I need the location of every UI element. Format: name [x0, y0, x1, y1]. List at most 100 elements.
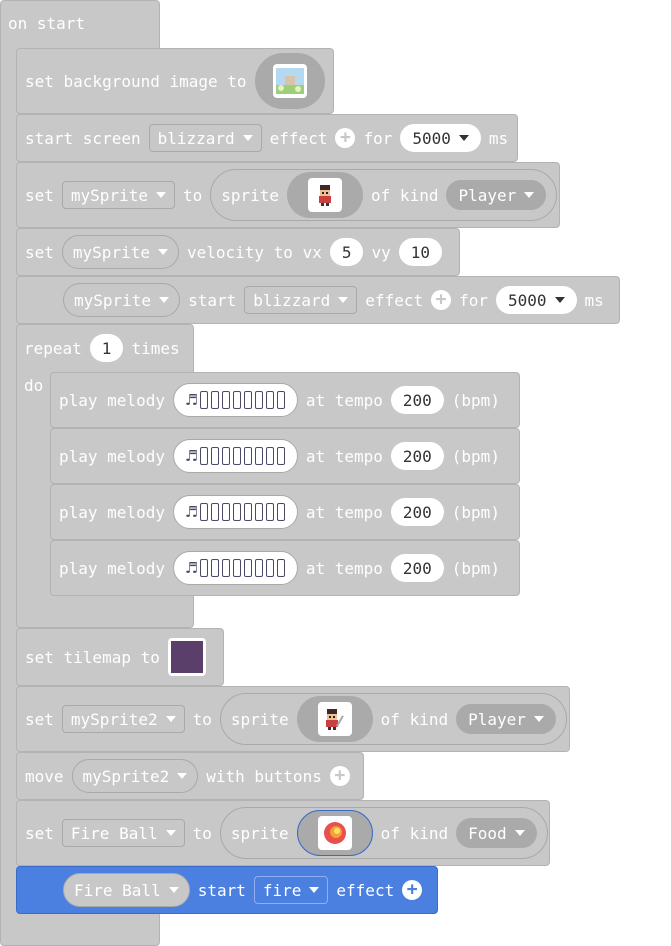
add-icon[interactable]: +: [402, 880, 423, 900]
times-label: times: [131, 338, 180, 358]
set-label: set: [25, 185, 54, 205]
sprite-image-picker[interactable]: [287, 172, 364, 218]
vy-input[interactable]: 10: [398, 238, 442, 266]
tempo-input[interactable]: 200: [390, 498, 444, 526]
tempo-input[interactable]: 200: [390, 442, 444, 470]
chevron-down-icon: [165, 830, 176, 836]
sprite-image-picker[interactable]: [296, 696, 373, 742]
chevron-down-icon: [533, 716, 544, 722]
sprite-start-effect-block[interactable]: mySprite start blizzard effect + for 500…: [16, 276, 620, 324]
kind-dropdown[interactable]: Player: [446, 180, 547, 210]
repeat-header: repeat 1 times: [24, 334, 180, 362]
kind-dropdown[interactable]: Player: [456, 704, 556, 734]
screen-effect-dropdown[interactable]: blizzard: [148, 124, 262, 152]
duration-dropdown[interactable]: 5000: [496, 286, 577, 314]
melody-editor[interactable]: ♬: [172, 495, 298, 529]
move-with-buttons-block[interactable]: move mySprite2 with buttons +: [16, 752, 364, 800]
bpm-label: (bpm): [451, 558, 500, 578]
chevron-down-icon: [165, 716, 176, 722]
play-melody-block[interactable]: play melody ♬ at tempo 200 (bpm): [50, 372, 520, 428]
to-label: to: [192, 709, 212, 729]
effect-label: effect: [269, 128, 328, 148]
add-icon[interactable]: +: [431, 290, 452, 310]
melody-editor[interactable]: ♬: [172, 383, 298, 417]
variable-dropdown[interactable]: Fire Ball: [61, 819, 185, 847]
bpm-label: (bpm): [451, 502, 500, 522]
of-kind-label: of kind: [371, 185, 439, 205]
play-melody-block[interactable]: play melody ♬ at tempo 200 (bpm): [50, 484, 520, 540]
chevron-down-icon: [514, 830, 525, 836]
kind-dropdown[interactable]: Food: [456, 818, 537, 848]
music-note-icon: ♬: [185, 389, 197, 411]
music-note-icon: ♬: [185, 557, 197, 579]
chevron-down-icon: [155, 192, 166, 198]
chevron-down-icon: [338, 297, 349, 303]
tempo-input[interactable]: 200: [390, 554, 444, 582]
add-icon[interactable]: +: [335, 128, 356, 148]
ms-label: ms: [488, 128, 509, 148]
set-tilemap-block[interactable]: set tilemap to: [16, 628, 224, 686]
of-kind-label: of kind: [380, 709, 449, 729]
chevron-down-icon: [157, 249, 168, 255]
with-buttons-label: with buttons: [206, 766, 322, 786]
effect-dropdown[interactable]: fire: [253, 876, 329, 904]
variable-dropdown[interactable]: mySprite: [61, 235, 179, 269]
tilemap-picker[interactable]: [167, 638, 206, 676]
fireball-icon: [323, 822, 346, 844]
sprite-label: sprite: [230, 823, 289, 843]
move-label: move: [25, 766, 64, 786]
chevron-down-icon: [242, 135, 253, 141]
player-sprite-icon: [319, 185, 332, 206]
set-background-block[interactable]: set background image to: [16, 48, 334, 114]
sprite-create-block[interactable]: sprite of kind Player: [210, 169, 558, 221]
bpm-label: (bpm): [451, 390, 500, 410]
play-melody-block[interactable]: play melody ♬ at tempo 200 (bpm): [50, 428, 520, 484]
velocity-label: velocity to vx: [186, 242, 322, 262]
repeat-count-input[interactable]: 1: [89, 334, 124, 362]
sprite-image-picker[interactable]: [296, 810, 373, 856]
tilemap-thumbnail: [170, 641, 203, 673]
chevron-down-icon: [177, 773, 188, 779]
melody-editor[interactable]: ♬: [172, 551, 298, 585]
vy-label: vy: [371, 242, 391, 262]
start-screen-effect-block[interactable]: start screen blizzard effect + for 5000 …: [16, 114, 518, 162]
sprite-thumbnail: [317, 816, 352, 850]
chevron-down-icon: [168, 887, 179, 893]
variable-dropdown[interactable]: mySprite2: [71, 759, 199, 793]
chevron-down-icon: [554, 297, 565, 303]
variable-dropdown[interactable]: mySprite2: [61, 705, 185, 733]
to-label: to: [182, 185, 203, 205]
repeat-label: repeat: [24, 338, 82, 358]
set-velocity-block[interactable]: set mySprite velocity to vx 5 vy 10: [16, 228, 460, 276]
sprite-create-block[interactable]: sprite of kind Food: [219, 807, 548, 859]
effect-dropdown[interactable]: blizzard: [244, 286, 358, 314]
play-melody-block[interactable]: play melody ♬ at tempo 200 (bpm): [50, 540, 520, 596]
set-tilemap-label: set tilemap to: [25, 647, 160, 667]
chevron-down-icon: [309, 887, 320, 893]
start-label: start: [188, 290, 237, 310]
add-icon[interactable]: +: [329, 766, 350, 786]
variable-dropdown[interactable]: mySprite: [63, 283, 181, 317]
vx-input[interactable]: 5: [329, 238, 364, 266]
effect-label: effect: [336, 880, 395, 900]
sprite-create-block[interactable]: sprite of kind Player: [219, 693, 567, 745]
landscape-icon: [275, 68, 304, 94]
do-label: do: [24, 376, 44, 395]
variable-dropdown[interactable]: Fire Ball: [63, 873, 190, 907]
music-note-icon: ♬: [185, 501, 197, 523]
duration-dropdown[interactable]: 5000: [400, 124, 481, 152]
at-tempo-label: at tempo: [305, 558, 383, 578]
knight-sprite-icon: [325, 709, 344, 730]
sprite-thumbnail: [308, 178, 343, 212]
sprite-label: sprite: [221, 185, 280, 205]
set-sprite-block[interactable]: set mySprite to sprite of kind Player: [16, 162, 560, 228]
for-label: for: [459, 290, 488, 310]
set-fireball-block[interactable]: set Fire Ball to sprite of kind Food: [16, 800, 550, 866]
tempo-input[interactable]: 200: [390, 386, 444, 414]
set-background-label: set background image to: [25, 71, 247, 91]
background-image-picker[interactable]: [254, 53, 325, 109]
melody-editor[interactable]: ♬: [172, 439, 298, 473]
set-sprite2-block[interactable]: set mySprite2 to sprite of kind Player: [16, 686, 570, 752]
variable-dropdown[interactable]: mySprite: [61, 181, 175, 209]
fireball-start-effect-block[interactable]: Fire Ball start fire effect +: [16, 866, 438, 914]
